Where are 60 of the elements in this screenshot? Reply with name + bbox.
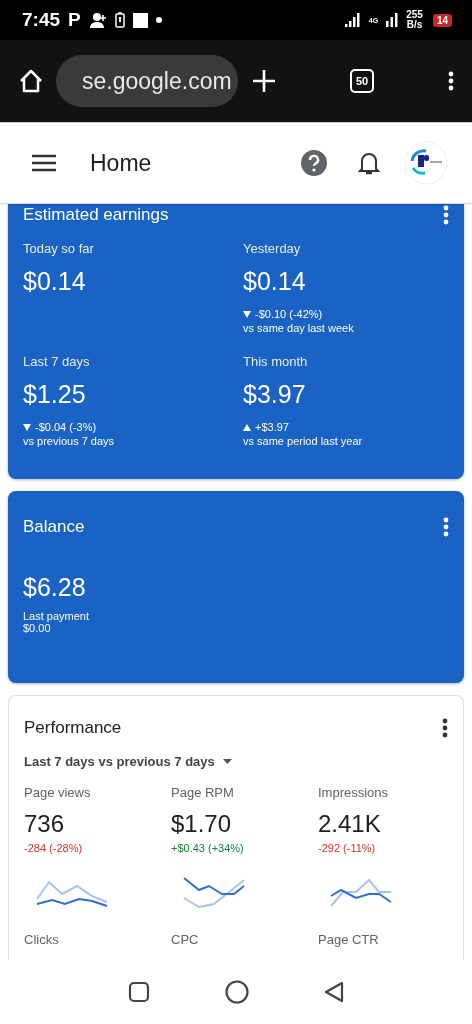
home-circle-icon[interactable] <box>225 980 249 1004</box>
change-text: +$3.97 <box>255 421 289 433</box>
speed-unit: B/s <box>406 20 423 30</box>
tab-count-button[interactable]: 50 <box>350 69 374 93</box>
signal-icon <box>386 13 399 27</box>
clock-time: 7:45 <box>22 9 61 31</box>
metric-label: Page CTR <box>318 932 380 947</box>
plus-icon[interactable] <box>252 69 276 93</box>
battery-level: 14 <box>432 13 452 27</box>
date-range-dropdown[interactable]: Last 7 days vs previous 7 days <box>24 754 232 769</box>
change-text: -$0.10 (-42%) <box>255 308 323 320</box>
comparison-text: vs same day last week <box>243 322 355 334</box>
metric-value: $0.14 <box>243 267 307 296</box>
last-payment-value: $0.00 <box>23 622 52 634</box>
card-title: Balance <box>23 517 85 537</box>
url-text: se.google.com <box>82 67 232 95</box>
square-icon <box>132 12 148 28</box>
person-add-icon <box>88 12 107 28</box>
battery-icon <box>114 12 125 28</box>
metric-label: Today so far <box>23 241 94 256</box>
metric-label: CPC <box>171 932 200 947</box>
change-text: -$0.04 (-3%) <box>35 421 97 433</box>
back-icon[interactable] <box>324 981 345 1003</box>
carrier-letter: P <box>68 9 81 31</box>
signal-icon <box>344 13 361 27</box>
metric-label: Page RPM <box>171 785 235 800</box>
recent-apps-icon[interactable] <box>127 981 150 1003</box>
comparison-text: vs same period last year <box>243 435 364 447</box>
bell-icon[interactable] <box>358 150 380 176</box>
change-text: +$0.43 (+34%) <box>171 842 245 854</box>
speed-value: 255 <box>406 10 423 20</box>
card-title: Performance <box>24 718 122 738</box>
last-payment-label: Last payment <box>23 610 91 622</box>
comparison-text: vs previous 7 days <box>23 435 116 447</box>
metric-label: Last 7 days <box>23 354 90 369</box>
metric-label: Yesterday <box>243 241 301 256</box>
metric-label: Impressions <box>318 785 390 800</box>
metric-value: $3.97 <box>243 380 307 409</box>
metric-label: Clicks <box>24 932 60 947</box>
metric-value: 736 <box>24 810 66 838</box>
more-options-icon[interactable] <box>448 71 454 91</box>
metric-value: $1.25 <box>23 380 87 409</box>
balance-value: $6.28 <box>23 573 87 602</box>
change-text: -284 (-28%) <box>24 842 84 854</box>
metric-value: 2.41K <box>318 810 382 838</box>
help-icon[interactable] <box>300 149 328 177</box>
home-icon[interactable] <box>18 68 44 94</box>
profile-logo[interactable] <box>404 141 448 185</box>
metric-value: $1.70 <box>171 810 233 838</box>
metric-label: Page views <box>24 785 92 800</box>
page-title: Home <box>90 149 153 177</box>
more-options-icon[interactable] <box>442 718 448 738</box>
metric-label: This month <box>243 354 308 369</box>
dot-icon <box>155 17 162 23</box>
address-bar[interactable]: se.google.com <box>56 55 238 107</box>
card-title: Estimated earnings <box>23 205 169 225</box>
dropdown-caret-icon <box>222 759 232 764</box>
metric-value: $0.14 <box>23 267 87 296</box>
change-text: -292 (-11%) <box>318 842 377 854</box>
menu-icon[interactable] <box>32 154 56 172</box>
